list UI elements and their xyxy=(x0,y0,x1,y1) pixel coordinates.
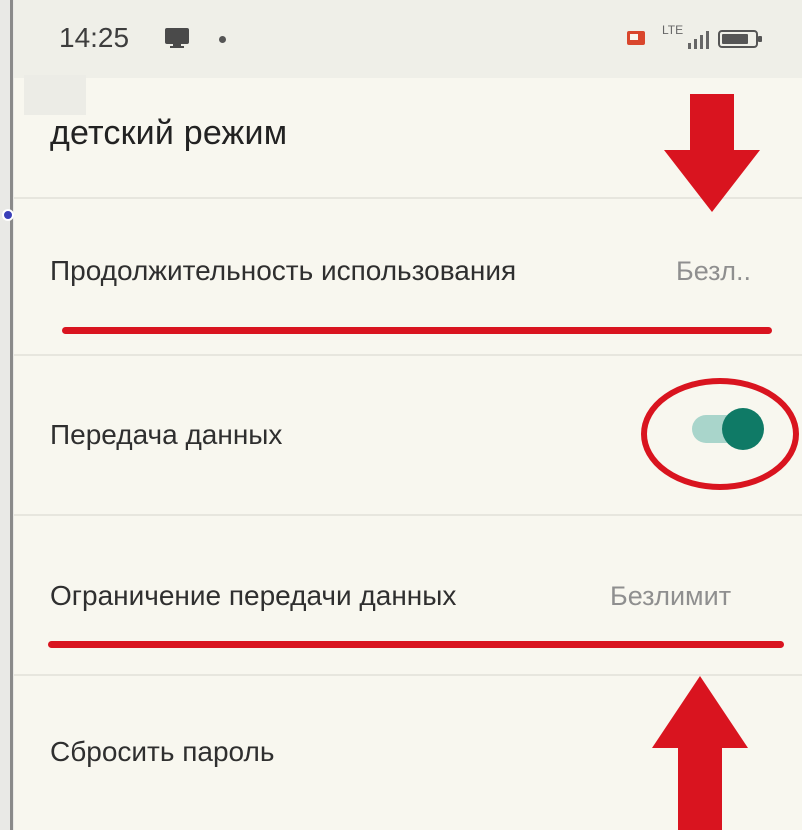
battery-icon xyxy=(718,30,762,48)
reset-password-row[interactable]: Сбросить пароль xyxy=(14,676,802,830)
kids-mode-screen: 14:25 LTE детский режим Продолжительност… xyxy=(14,0,802,830)
annotation-arrow-down xyxy=(664,94,760,212)
data-limit-row[interactable]: Ограничение передачи данных Безлимит xyxy=(14,516,802,674)
status-bar: 14:25 LTE xyxy=(14,0,802,78)
cast-icon xyxy=(627,31,645,45)
data-limit-label: Ограничение передачи данных xyxy=(50,580,457,611)
left-edge-strip xyxy=(0,0,14,830)
monitor-icon xyxy=(165,28,189,48)
usage-duration-value: Безл.. xyxy=(676,256,751,286)
edge-rail xyxy=(10,0,13,830)
network-label: LTE xyxy=(662,23,684,37)
status-dot xyxy=(219,36,226,43)
usage-duration-label: Продолжительность использования xyxy=(50,255,517,286)
data-transfer-toggle[interactable] xyxy=(692,408,764,450)
reset-password-label: Сбросить пароль xyxy=(50,736,275,767)
data-transfer-label: Передача данных xyxy=(50,419,283,450)
edge-indicator-dot xyxy=(2,209,14,221)
toggle-knob xyxy=(722,408,764,450)
page-title: детский режим xyxy=(50,114,288,152)
data-limit-value: Безлимит xyxy=(610,581,732,611)
signal-icon xyxy=(688,31,709,49)
header-placeholder xyxy=(24,75,86,115)
data-transfer-row[interactable]: Передача данных xyxy=(14,356,802,514)
annotation-underline-limit xyxy=(48,641,784,648)
annotation-underline-usage xyxy=(62,327,772,334)
status-time: 14:25 xyxy=(59,22,130,53)
